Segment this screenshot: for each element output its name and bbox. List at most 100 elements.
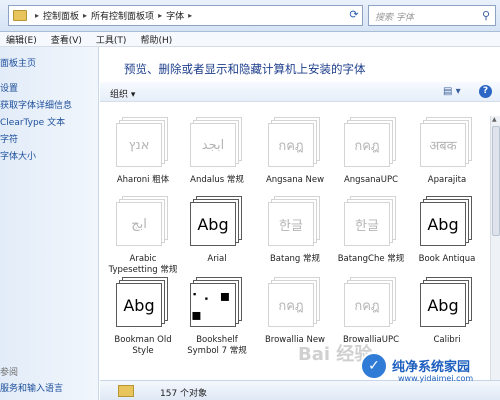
font-preview: กคฎ <box>278 138 304 154</box>
watermark-logo: ✓ <box>360 352 388 380</box>
menu-view[interactable]: 查看(V) <box>51 33 82 46</box>
font-file-icon: ابجد <box>190 117 242 169</box>
breadcrumb-control-panel[interactable]: 控制面板 <box>43 9 79 22</box>
search-icon[interactable]: ⚲ <box>482 9 490 22</box>
font-file-icon: 한글 <box>344 196 396 248</box>
font-file-icon: กคฎ <box>344 277 396 329</box>
font-name: BatangChe 常规 <box>337 254 405 264</box>
font-preview: Abg <box>427 214 459 234</box>
font-preview: Abg <box>197 214 229 234</box>
chevron-right-icon: ▸ <box>83 11 88 20</box>
font-file-icon: Abg <box>190 196 242 248</box>
font-file-icon: Abg <box>420 277 472 329</box>
font-file-icon: กคฎ <box>268 117 320 169</box>
font-name: Arabic Typesetting 常规 <box>108 254 178 275</box>
font-preview: กคฎ <box>354 138 380 154</box>
watermark-name: 纯净系统家园 <box>392 360 471 375</box>
chevron-right-icon: ▸ <box>158 11 163 20</box>
font-name: Angsana New <box>265 175 325 185</box>
font-tile[interactable]: ابج Arabic Typesetting 常规 <box>109 196 177 275</box>
font-tile[interactable]: 한글 BatangChe 常规 <box>338 196 404 268</box>
font-preview: אנץ <box>128 137 150 153</box>
scrollbar[interactable]: ▲ <box>490 116 500 382</box>
font-name: Andalus 常规 <box>190 175 244 185</box>
sidebar-item-settings[interactable]: 设置 <box>0 81 18 94</box>
breadcrumb-fonts[interactable]: 字体 <box>166 9 184 22</box>
font-tile[interactable]: 한글 Batang 常规 <box>264 196 326 268</box>
font-preview: ابجد <box>201 137 225 153</box>
font-name: Arial <box>207 254 227 264</box>
font-name: Aharoni 粗体 <box>116 175 170 185</box>
font-tile[interactable]: Abg Calibri <box>416 277 478 349</box>
menu-help[interactable]: 帮助(H) <box>140 33 172 46</box>
scrollbar-thumb[interactable] <box>492 126 500 236</box>
sidebar-item-input-language[interactable]: 服务和输入语言 <box>0 381 63 394</box>
font-file-icon: אנץ <box>116 117 168 169</box>
font-tile[interactable]: กคฎ Angsana New <box>264 117 326 189</box>
organize-button[interactable]: 组织 ▾ <box>110 87 135 100</box>
font-preview: กคฎ <box>354 298 380 314</box>
page-title: 预览、删除或者显示和隐藏计算机上安装的字体 <box>124 62 366 76</box>
sidebar-item-home[interactable]: 面板主页 <box>0 56 36 69</box>
sidebar-item-characters[interactable]: 字符 <box>0 132 18 145</box>
font-preview: 한글 <box>355 218 379 234</box>
font-file-icon: अबक <box>420 117 472 169</box>
menu-bar: 编辑(E) 查看(V) 工具(T) 帮助(H) <box>0 32 500 47</box>
search-placeholder: 搜索 字体 <box>375 13 414 23</box>
font-tile[interactable]: Abg Bookman Old Style <box>112 277 174 356</box>
font-name: Book Antiqua <box>418 254 476 264</box>
address-bar: ▸ 控制面板 ▸ 所有控制面板项 ▸ 字体 ▸ ⟳ 搜索 字体 ⚲ <box>0 0 500 32</box>
view-options-icon[interactable]: ▤ ▾ <box>443 86 461 97</box>
font-tile[interactable]: Abg Arial <box>186 196 248 268</box>
font-name: Bookman Old Style <box>114 335 172 356</box>
font-name: Batang 常规 <box>269 254 321 264</box>
search-input[interactable]: 搜索 字体 ⚲ <box>368 5 496 26</box>
menu-edit[interactable]: 编辑(E) <box>6 33 37 46</box>
font-name: Aparajita <box>427 175 467 185</box>
font-file-icon: Abg <box>420 196 472 248</box>
font-tile[interactable]: กคฎ AngsanaUPC <box>340 117 402 189</box>
folder-icon <box>13 10 27 21</box>
font-preview: Abg <box>427 295 459 315</box>
object-count: 157 个对象 <box>160 389 208 399</box>
font-file-icon: ⠂⠄ ▪ ▪ <box>190 277 242 329</box>
font-preview: กคฎ <box>278 298 304 314</box>
refresh-icon[interactable]: ⟳ <box>345 5 363 26</box>
font-file-icon: กคฎ <box>344 117 396 169</box>
sidebar-item-cleartype[interactable]: ClearType 文本 <box>0 115 65 128</box>
font-tile[interactable]: אנץ Aharoni 粗体 <box>112 117 174 189</box>
font-name: Calibri <box>433 335 461 345</box>
sidebar-item-font-size[interactable]: 字体大小 <box>0 149 36 162</box>
breadcrumb[interactable]: ▸ 控制面板 ▸ 所有控制面板项 ▸ 字体 ▸ <box>8 5 363 26</box>
font-preview: 한글 <box>279 218 303 234</box>
font-tile[interactable]: กคฎ Browallia New <box>264 277 326 349</box>
font-tile[interactable]: ابجد Andalus 常规 <box>186 117 248 189</box>
sidebar-item-get-font-info[interactable]: 获取字体详细信息 <box>0 98 72 111</box>
font-name: AngsanaUPC <box>343 175 399 185</box>
breadcrumb-all-items[interactable]: 所有控制面板项 <box>91 9 154 22</box>
font-preview: ⠂⠄ ▪ ▪ <box>191 286 231 324</box>
font-tile[interactable]: ⠂⠄ ▪ ▪ Bookshelf Symbol 7 常规 <box>186 277 248 356</box>
font-preview: ابج <box>131 216 147 232</box>
font-tile[interactable]: अबक Aparajita <box>416 117 478 189</box>
font-name: Bookshelf Symbol 7 常规 <box>187 335 247 356</box>
font-preview: अबक <box>429 139 457 154</box>
status-bar: 157 个对象 <box>100 380 500 400</box>
sidebar-see-also: 参阅 <box>0 368 19 378</box>
font-preview: Abg <box>123 295 155 315</box>
toolbar: 组织 ▾ ▤ ▾ ? <box>100 82 500 102</box>
font-file-icon: Abg <box>116 277 168 329</box>
chevron-right-icon: ▸ <box>188 11 193 20</box>
font-tile[interactable]: กคฎ BrowalliaUPC <box>340 277 402 349</box>
help-icon[interactable]: ? <box>479 85 492 98</box>
font-file-icon: ابج <box>116 196 168 248</box>
font-tile[interactable]: Abg Book Antiqua <box>416 196 478 268</box>
folder-icon <box>118 385 134 397</box>
watermark-url: www.yidaimei.com <box>398 374 474 383</box>
menu-tools[interactable]: 工具(T) <box>96 33 127 46</box>
font-file-icon: กคฎ <box>268 277 320 329</box>
font-file-icon: 한글 <box>268 196 320 248</box>
sidebar: 面板主页 设置 获取字体详细信息 ClearType 文本 字符 字体大小 参阅… <box>0 47 99 400</box>
scroll-up-icon[interactable]: ▲ <box>492 116 497 123</box>
chevron-right-icon: ▸ <box>35 11 40 20</box>
